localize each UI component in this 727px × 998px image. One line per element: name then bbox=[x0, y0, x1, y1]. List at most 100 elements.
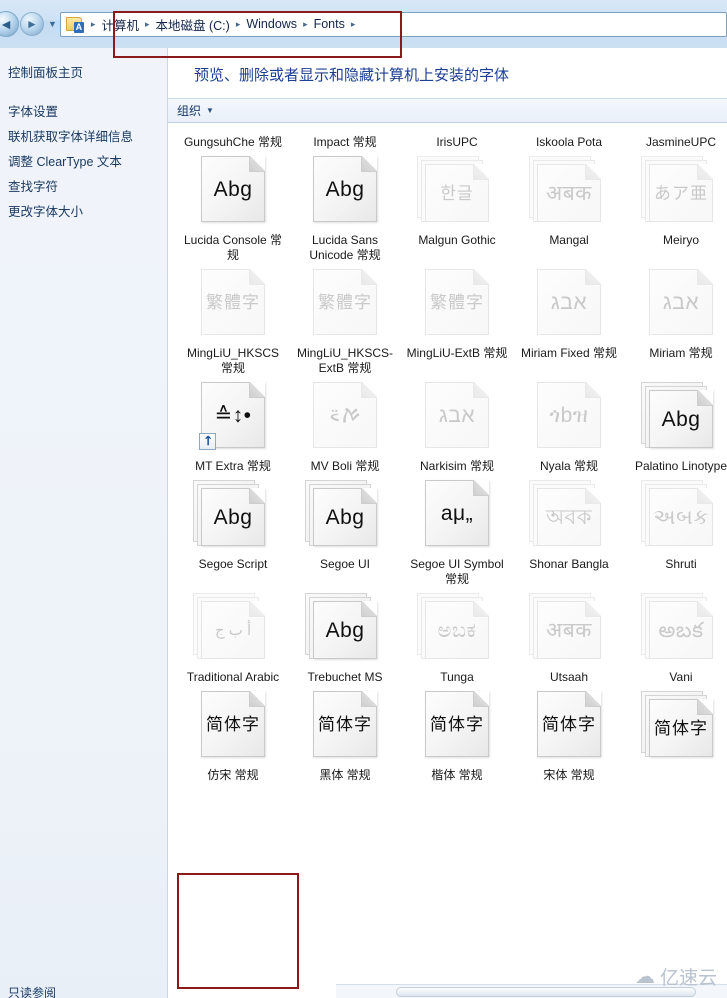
font-item[interactable]: Impact 常规 bbox=[289, 126, 401, 150]
font-file-icon: 한글 bbox=[416, 154, 498, 228]
font-file-icon: 简体字 bbox=[192, 689, 274, 763]
font-item-label: Mangal bbox=[549, 233, 589, 247]
font-item[interactable]: 繁體字 MingLiU-ExtB 常规 bbox=[401, 263, 513, 376]
font-item[interactable]: अबक Mangal bbox=[513, 150, 625, 263]
font-item-label: Trebuchet MS bbox=[307, 670, 383, 684]
font-item[interactable]: 简体字 bbox=[625, 685, 727, 783]
font-item[interactable]: IrisUPC bbox=[401, 126, 513, 150]
font-item[interactable]: אבג Miriam Fixed 常规 bbox=[513, 263, 625, 376]
font-item[interactable]: Abg Palatino Linotype bbox=[625, 376, 727, 474]
font-item[interactable]: ጎbዝ Nyala 常规 bbox=[513, 376, 625, 474]
font-preview-glyph: 한글 bbox=[440, 183, 474, 203]
breadcrumb-item-windows[interactable]: Windows bbox=[244, 16, 299, 32]
font-file-icon: あア亜 bbox=[640, 154, 722, 228]
font-preview-glyph: অবক bbox=[545, 505, 593, 529]
font-sheet: 简体字 bbox=[201, 691, 265, 757]
font-preview-glyph: 繁體字 bbox=[206, 292, 260, 312]
font-item[interactable]: Iskoola Pota bbox=[513, 126, 625, 150]
font-item[interactable]: JasmineUPC bbox=[625, 126, 727, 150]
chevron-down-icon[interactable]: ▼ bbox=[48, 19, 57, 29]
back-button[interactable]: ◄ bbox=[0, 11, 19, 37]
sidebar-item-font-settings[interactable]: 字体设置 bbox=[6, 100, 167, 125]
font-item[interactable]: אבג Narkisim 常规 bbox=[401, 376, 513, 474]
font-sheet: Abg bbox=[201, 156, 265, 222]
organize-menu-button[interactable]: 组织 ▼ bbox=[177, 102, 214, 119]
command-toolbar: 组织 ▼ bbox=[168, 98, 727, 123]
sidebar-item-change-font-size[interactable]: 更改字体大小 bbox=[6, 200, 167, 225]
font-preview-glyph: ಅಬಕ bbox=[437, 618, 477, 642]
address-bar[interactable]: A ▸ 计算机 ▸ 本地磁盘 (C:) ▸ Windows ▸ Fonts ▸ bbox=[59, 11, 727, 37]
font-file-icon: 简体字 bbox=[640, 689, 722, 763]
font-item[interactable]: Abg Lucida Console 常规 bbox=[177, 150, 289, 263]
address-toolbar: ◄ ► ▼ A ▸ 计算机 ▸ 本地磁盘 (C:) ▸ Windows ▸ Fo… bbox=[0, 0, 727, 48]
font-preview-glyph: あア亜 bbox=[654, 183, 708, 203]
font-item-label: Tunga bbox=[440, 670, 474, 684]
font-item-label: Segoe UI Symbol 常规 bbox=[410, 557, 504, 586]
font-preview-glyph: أ ب ج bbox=[214, 621, 252, 639]
navigation-buttons: ◄ ► ▼ bbox=[0, 11, 60, 37]
breadcrumb-item-fonts[interactable]: Fonts bbox=[312, 16, 347, 32]
sidebar-footer-text: 只读参阅 bbox=[8, 986, 57, 998]
font-item[interactable]: あア亜 Meiryo bbox=[625, 150, 727, 263]
font-preview-glyph: אבג bbox=[550, 290, 588, 314]
font-item[interactable]: 简体字 宋体 常规 bbox=[513, 685, 625, 783]
font-file-icon: Abg bbox=[304, 154, 386, 228]
font-item[interactable]: ࠀ࠵ MV Boli 常规 bbox=[289, 376, 401, 474]
breadcrumb-item-local-disk[interactable]: 本地磁盘 (C:) bbox=[154, 14, 232, 35]
font-preview-glyph: 简体字 bbox=[542, 714, 596, 734]
font-item[interactable]: అబక Vani bbox=[625, 587, 727, 685]
font-sheet: 繁體字 bbox=[425, 269, 489, 335]
font-item-label: Miriam Fixed 常规 bbox=[520, 346, 617, 360]
shortcut-overlay-icon: ↗ bbox=[199, 431, 218, 450]
font-item[interactable]: Abg Trebuchet MS bbox=[289, 587, 401, 685]
font-item[interactable]: GungsuhChe 常规 bbox=[177, 126, 289, 150]
font-item[interactable]: ≙↕• ↗ MT Extra 常规 bbox=[177, 376, 289, 474]
forward-button[interactable]: ► bbox=[20, 12, 44, 36]
font-file-icon: Abg bbox=[192, 154, 274, 228]
font-item[interactable]: অবক Shonar Bangla bbox=[513, 474, 625, 587]
font-item-label: Traditional Arabic bbox=[186, 670, 280, 684]
font-item-label: 黑体 常规 bbox=[319, 768, 371, 782]
font-item[interactable]: 繁體字 MingLiU_HKSCS 常规 bbox=[177, 263, 289, 376]
font-sheet: אבג bbox=[425, 382, 489, 448]
font-sheet: Abg bbox=[313, 156, 377, 222]
font-item[interactable]: अबक Utsaah bbox=[513, 587, 625, 685]
font-preview-glyph: 简体字 bbox=[206, 714, 260, 734]
sidebar-item-control-panel-home[interactable]: 控制面板主页 bbox=[6, 61, 167, 86]
font-sheet: ጎbዝ bbox=[537, 382, 601, 448]
font-file-icon: ≙↕• ↗ bbox=[192, 380, 274, 454]
font-item[interactable]: Abg Lucida Sans Unicode 常规 bbox=[289, 150, 401, 263]
font-item[interactable]: אבג Miriam 常规 bbox=[625, 263, 727, 376]
sidebar-item-find-character[interactable]: 查找字符 bbox=[6, 175, 167, 200]
font-file-icon: ࠀ࠵ bbox=[304, 380, 386, 454]
font-item[interactable]: 简体字 黑体 常规 bbox=[289, 685, 401, 783]
font-item[interactable]: 한글 Malgun Gothic bbox=[401, 150, 513, 263]
breadcrumb-separator: ▸ bbox=[303, 18, 308, 29]
font-item-label: Utsaah bbox=[549, 670, 589, 684]
font-item-label: Lucida Console 常规 bbox=[183, 233, 283, 262]
font-item[interactable]: aμ„ Segoe UI Symbol 常规 bbox=[401, 474, 513, 587]
font-preview-glyph: 简体字 bbox=[430, 714, 484, 734]
breadcrumb-item-computer[interactable]: 计算机 bbox=[99, 14, 141, 35]
font-item-label: MingLiU_HKSCS-ExtB 常规 bbox=[296, 346, 394, 375]
sidebar-item-adjust-cleartype[interactable]: 调整 ClearType 文本 bbox=[6, 150, 167, 175]
breadcrumb-separator[interactable]: ▸ bbox=[347, 19, 360, 30]
fonts-grid-scroll-area[interactable]: GungsuhChe 常规 Impact 常规 IrisUPC Iskoola Pot… bbox=[168, 124, 727, 998]
font-item-label: MingLiU_HKSCS 常规 bbox=[186, 346, 280, 375]
font-preview-glyph: 繁體字 bbox=[318, 292, 372, 312]
font-item[interactable]: Abg Segoe UI bbox=[289, 474, 401, 587]
font-item[interactable]: 繁體字 MingLiU_HKSCS-ExtB 常规 bbox=[289, 263, 401, 376]
font-file-icon: అబక bbox=[640, 591, 722, 665]
font-preview-glyph: Abg bbox=[661, 407, 701, 431]
font-item[interactable]: અબક Shruti bbox=[625, 474, 727, 587]
sidebar-item-get-font-details-online[interactable]: 联机获取字体详细信息 bbox=[6, 125, 167, 150]
font-item[interactable]: Abg Segoe Script bbox=[177, 474, 289, 587]
font-item[interactable]: أ ب ج Traditional Arabic bbox=[177, 587, 289, 685]
font-file-icon: أ ب ج bbox=[192, 591, 274, 665]
font-item[interactable]: ಅಬಕ Tunga bbox=[401, 587, 513, 685]
font-item[interactable]: 简体字 仿宋 常规 bbox=[177, 685, 289, 783]
font-sheet: Abg bbox=[313, 488, 377, 546]
font-preview-glyph: ࠀ࠵ bbox=[328, 403, 362, 427]
font-item[interactable]: 简体字 楷体 常规 bbox=[401, 685, 513, 783]
